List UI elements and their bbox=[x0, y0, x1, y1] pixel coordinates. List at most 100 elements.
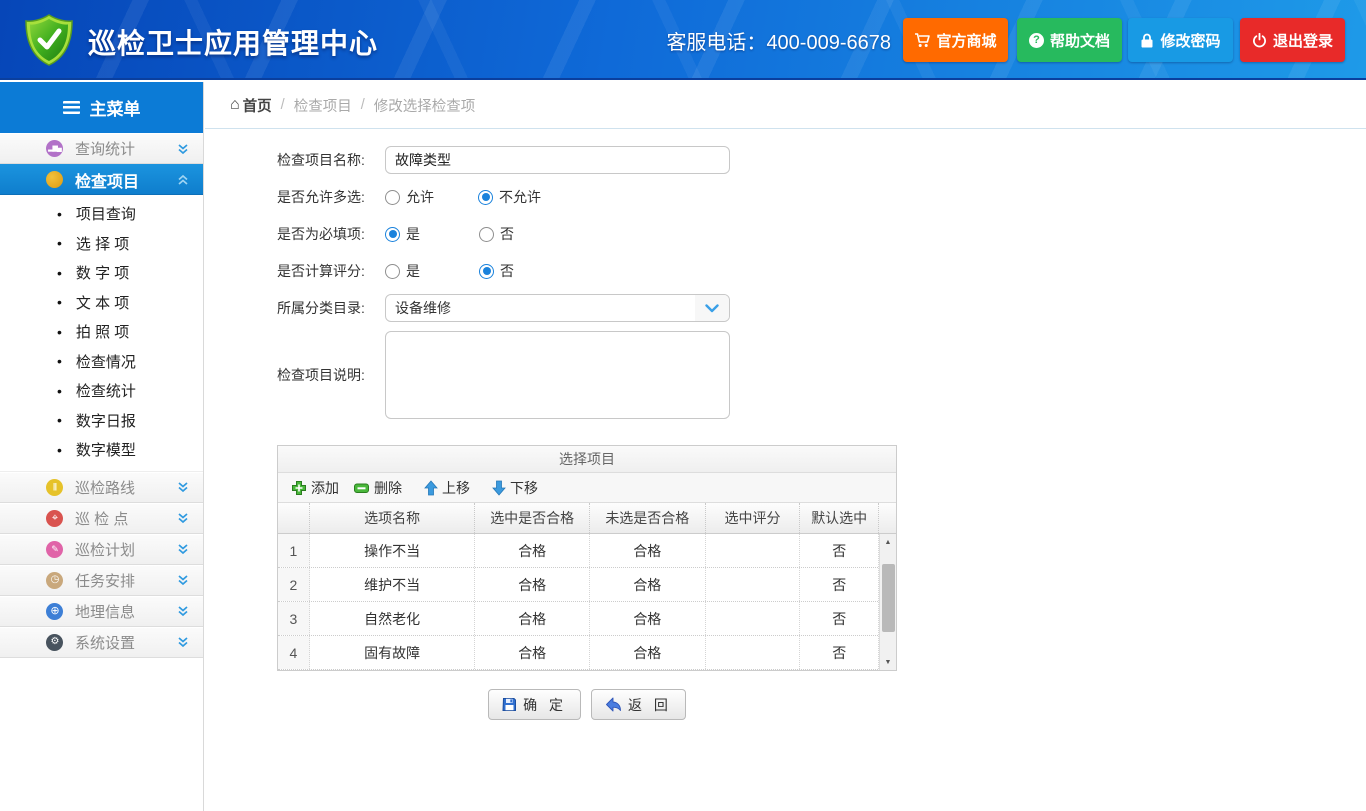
menu-list-icon bbox=[62, 101, 80, 114]
col-option-name: 选项名称 bbox=[310, 503, 476, 533]
service-phone: 客服电话：400-009-6678 bbox=[666, 32, 891, 54]
chevron-down-icon bbox=[695, 295, 729, 321]
table-vertical-scrollbar[interactable]: ▲ ▼ bbox=[879, 534, 896, 670]
sidebar: 主菜单 ▂▆▄ 查询统计 检查项目 项目查询 选 择 项 数 字 项 文 本 项… bbox=[0, 82, 204, 811]
required-yes-radio[interactable] bbox=[385, 226, 400, 242]
sidebar-group-settings[interactable]: ⚙ 系统设置 bbox=[0, 626, 203, 658]
options-table-body: 1 操作不当 合格 合格 否 2 维护不当 合格 合格 否 3 自然老化 合格 … bbox=[278, 534, 896, 670]
col-default-checked: 默认选中 bbox=[800, 503, 880, 533]
stats-icon: ▂▆▄ bbox=[46, 140, 63, 157]
options-panel-title: 选择项目 bbox=[278, 446, 896, 473]
required-label: 是否为必填项: bbox=[277, 226, 365, 242]
table-row[interactable]: 1 操作不当 合格 合格 否 bbox=[278, 534, 896, 568]
score-no-radio[interactable] bbox=[479, 263, 494, 279]
sidebar-group-inspection-items[interactable]: 检查项目 bbox=[0, 164, 203, 195]
breadcrumb-home-link[interactable]: ⌂ 首页 bbox=[230, 95, 272, 116]
required-no-radio[interactable] bbox=[479, 226, 494, 242]
submenu-item-number-model[interactable]: 数字模型 bbox=[0, 435, 203, 465]
table-row[interactable]: 2 维护不当 合格 合格 否 bbox=[278, 568, 896, 602]
item-name-label: 检查项目名称: bbox=[277, 152, 365, 168]
item-name-input[interactable] bbox=[385, 146, 730, 174]
sidebar-group-task[interactable]: ◷ 任务安排 bbox=[0, 564, 203, 596]
submenu-item-photo-item[interactable]: 拍 照 项 bbox=[0, 317, 203, 347]
chevron-double-down-icon bbox=[178, 637, 188, 648]
chevron-double-down-icon bbox=[178, 513, 188, 524]
chevron-double-down-icon bbox=[178, 544, 188, 555]
move-down-icon bbox=[492, 480, 506, 496]
shield-logo-icon bbox=[25, 14, 73, 66]
scroll-up-arrow-icon[interactable]: ▲ bbox=[885, 534, 892, 550]
description-textarea[interactable] bbox=[385, 331, 730, 419]
inspect-item-icon bbox=[46, 171, 63, 188]
scroll-down-arrow-icon[interactable]: ▼ bbox=[885, 654, 892, 670]
logout-button[interactable]: 退出登录 bbox=[1240, 18, 1345, 62]
submenu-item-inspect-stats[interactable]: 检查统计 bbox=[0, 376, 203, 406]
score-yes-radio[interactable] bbox=[385, 263, 400, 279]
chevron-double-up-icon bbox=[178, 174, 188, 185]
change-password-button[interactable]: 修改密码 bbox=[1128, 18, 1233, 62]
lock-icon bbox=[1141, 33, 1153, 47]
chevron-double-down-icon bbox=[178, 143, 188, 154]
confirm-button[interactable]: 确 定 bbox=[488, 689, 581, 720]
app-header: 巡检卫士应用管理中心 客服电话：400-009-6678 官方商城 ? 帮助文档… bbox=[0, 0, 1366, 80]
sidebar-header: 主菜单 bbox=[0, 82, 203, 133]
back-button[interactable]: 返 回 bbox=[591, 689, 686, 720]
allow-multi-label: 是否允许多选: bbox=[277, 189, 365, 205]
submenu-item-number-daily[interactable]: 数字日报 bbox=[0, 406, 203, 436]
table-row[interactable]: 3 自然老化 合格 合格 否 bbox=[278, 602, 896, 636]
sidebar-group-point[interactable]: ⌖ 巡 检 点 bbox=[0, 502, 203, 534]
chevron-double-down-icon bbox=[178, 575, 188, 586]
plan-icon: ✎ bbox=[46, 540, 63, 558]
sidebar-group-query-stats[interactable]: ▂▆▄ 查询统计 bbox=[0, 133, 203, 164]
move-up-icon bbox=[424, 479, 438, 495]
col-checked-score: 选中评分 bbox=[706, 503, 801, 533]
col-checked-ok: 选中是否合格 bbox=[475, 503, 590, 533]
col-unchecked-ok: 未选是否合格 bbox=[590, 503, 706, 533]
options-panel: 选择项目 添加 删除 上移 下移 选项名称 选中是否合格 未选是否合格 选中评分… bbox=[277, 445, 897, 671]
app-title: 巡检卫士应用管理中心 bbox=[88, 28, 379, 59]
multi-disallow-radio[interactable] bbox=[478, 189, 493, 205]
settings-icon: ⚙ bbox=[46, 633, 63, 651]
category-select[interactable]: 设备维修 bbox=[385, 294, 730, 322]
submenu-item-number-item[interactable]: 数 字 项 bbox=[0, 258, 203, 288]
sidebar-submenu: 项目查询 选 择 项 数 字 项 文 本 项 拍 照 项 检查情况 检查统计 数… bbox=[0, 195, 203, 472]
breadcrumb-inspection-items[interactable]: 检查项目 bbox=[294, 95, 352, 116]
cart-icon bbox=[915, 32, 931, 47]
sidebar-group-route[interactable]: ||| 巡检路线 bbox=[0, 471, 203, 503]
power-icon bbox=[1252, 32, 1266, 47]
chevron-double-down-icon bbox=[178, 606, 188, 617]
submenu-item-inspect-status[interactable]: 检查情况 bbox=[0, 347, 203, 377]
calc-score-label: 是否计算评分: bbox=[277, 263, 365, 279]
add-option-button[interactable]: 添加 bbox=[284, 475, 346, 501]
official-store-button[interactable]: 官方商城 bbox=[903, 18, 1008, 62]
save-icon bbox=[502, 698, 517, 711]
table-row[interactable]: 4 固有故障 合格 合格 否 bbox=[278, 636, 896, 670]
task-icon: ◷ bbox=[46, 571, 63, 589]
chevron-double-down-icon bbox=[178, 482, 188, 493]
submenu-item-text-item[interactable]: 文 本 项 bbox=[0, 288, 203, 318]
breadcrumb: ⌂ 首页 / 检查项目 / 修改选择检查项 bbox=[205, 82, 1366, 129]
main-content: ⌂ 首页 / 检查项目 / 修改选择检查项 检查项目名称: 是否允许多选: 允许… bbox=[205, 82, 1366, 811]
route-icon: ||| bbox=[46, 478, 63, 496]
move-up-button[interactable]: 上移 bbox=[417, 475, 477, 501]
geo-icon: ⊕ bbox=[46, 602, 63, 620]
category-label: 所属分类目录: bbox=[277, 300, 365, 316]
options-toolbar: 添加 删除 上移 下移 bbox=[278, 473, 896, 503]
submenu-item-choice-item[interactable]: 选 择 项 bbox=[0, 229, 203, 259]
description-label: 检查项目说明: bbox=[277, 367, 365, 383]
add-icon bbox=[292, 480, 306, 495]
back-arrow-icon bbox=[606, 697, 621, 712]
edit-form: 检查项目名称: 是否允许多选: 允许 不允许 是否为必填项: 是 否 是否计算评… bbox=[205, 129, 897, 720]
move-down-button[interactable]: 下移 bbox=[485, 475, 545, 501]
sidebar-group-geo[interactable]: ⊕ 地理信息 bbox=[0, 595, 203, 627]
help-docs-button[interactable]: ? 帮助文档 bbox=[1017, 18, 1122, 62]
scrollbar-thumb[interactable] bbox=[881, 564, 895, 632]
form-actions: 确 定 返 回 bbox=[277, 689, 897, 720]
home-icon: ⌂ bbox=[230, 96, 240, 113]
delete-option-button[interactable]: 删除 bbox=[346, 475, 409, 501]
multi-allow-radio[interactable] bbox=[385, 189, 400, 205]
submenu-item-project-query[interactable]: 项目查询 bbox=[0, 199, 203, 229]
sidebar-group-plan[interactable]: ✎ 巡检计划 bbox=[0, 533, 203, 565]
point-icon: ⌖ bbox=[46, 509, 63, 527]
remove-icon bbox=[354, 483, 369, 493]
